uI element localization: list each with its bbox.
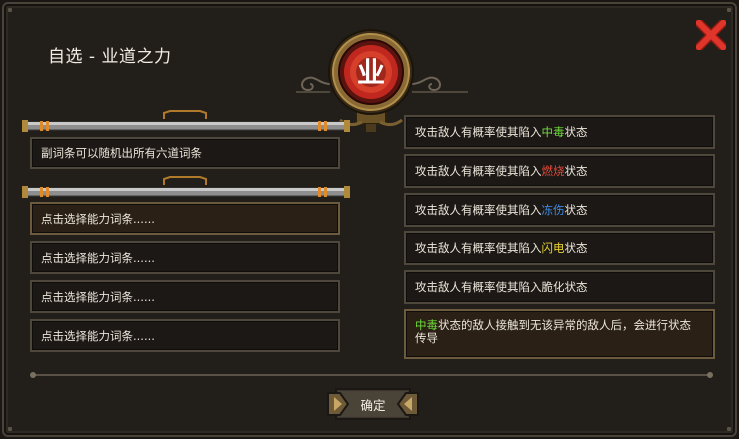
scroll-handle-mid bbox=[163, 176, 207, 185]
frame-rivet bbox=[727, 8, 731, 12]
info-box: 副词条可以随机出所有六道词条 bbox=[30, 137, 340, 169]
ability-option-3[interactable]: 点击选择能力词条...... bbox=[30, 280, 340, 313]
effect-frostbite[interactable]: 攻击敌人有概率使其陷入 冻伤 状态 bbox=[404, 193, 715, 227]
effect-text: 传导 bbox=[415, 331, 438, 345]
effect-text: 攻击敌人有概率使其陷入 bbox=[415, 241, 542, 255]
effect-text: 攻击敌人有概率使其陷入脆化状态 bbox=[415, 280, 588, 294]
info-text: 副词条可以随机出所有六道词条 bbox=[41, 146, 202, 160]
close-button[interactable] bbox=[692, 16, 730, 54]
effect-keyword-poison: 中毒 bbox=[415, 318, 438, 332]
confirm-label: 确定 bbox=[360, 397, 386, 413]
svg-text:业: 业 bbox=[357, 56, 385, 89]
frame-rivet bbox=[727, 427, 731, 431]
footer-divider bbox=[30, 372, 713, 378]
dialog-title: 自选 - 业道之力 bbox=[48, 47, 172, 67]
effect-poison[interactable]: 攻击敌人有概率使其陷入 中毒 状态 bbox=[404, 115, 715, 149]
effect-keyword-burn: 燃烧 bbox=[541, 164, 565, 178]
effect-poison-spread[interactable]: 中毒状态的敌人接触到无该异常的敌人后，会进行状态 传导 bbox=[404, 309, 715, 359]
cloud-ornament-right bbox=[411, 76, 468, 93]
effect-keyword-lightning: 闪电 bbox=[541, 241, 565, 255]
ability-option-4[interactable]: 点击选择能力词条...... bbox=[30, 319, 340, 352]
effect-keyword-poison: 中毒 bbox=[541, 125, 565, 139]
scroll-handle-top bbox=[163, 110, 207, 119]
effect-text: 状态 bbox=[564, 125, 588, 139]
close-x-icon bbox=[692, 16, 730, 54]
confirm-button[interactable]: 确定 bbox=[326, 385, 420, 423]
effect-lightning[interactable]: 攻击敌人有概率使其陷入 闪电 状态 bbox=[404, 231, 715, 265]
effect-text: 状态 bbox=[564, 203, 588, 217]
ability-option-label: 点击选择能力词条...... bbox=[41, 328, 155, 343]
effect-burn[interactable]: 攻击敌人有概率使其陷入 燃烧 状态 bbox=[404, 154, 715, 188]
effect-text: 状态的敌人接触到无该异常的敌人后，会进行状态 bbox=[438, 318, 691, 332]
effect-text: 攻击敌人有概率使其陷入 bbox=[415, 125, 542, 139]
effect-keyword-frostbite: 冻伤 bbox=[541, 203, 565, 217]
ability-option-2[interactable]: 点击选择能力词条...... bbox=[30, 241, 340, 274]
ability-option-1[interactable]: 点击选择能力词条...... bbox=[30, 202, 340, 235]
effect-special-text: 中毒状态的敌人接触到无该异常的敌人后，会进行状态 传导 bbox=[415, 319, 691, 345]
ability-option-label: 点击选择能力词条...... bbox=[41, 289, 155, 304]
effect-text: 状态 bbox=[564, 164, 588, 178]
ability-option-label: 点击选择能力词条...... bbox=[41, 250, 155, 265]
effect-text: 攻击敌人有概率使其陷入 bbox=[415, 203, 542, 217]
frame-rivet bbox=[8, 8, 12, 12]
effect-brittle[interactable]: 攻击敌人有概率使其陷入脆化状态 bbox=[404, 270, 715, 304]
ability-option-label: 点击选择能力词条...... bbox=[41, 211, 155, 226]
frame-rivet bbox=[8, 427, 12, 431]
effect-text: 攻击敌人有概率使其陷入 bbox=[415, 164, 542, 178]
effect-text: 状态 bbox=[564, 241, 588, 255]
